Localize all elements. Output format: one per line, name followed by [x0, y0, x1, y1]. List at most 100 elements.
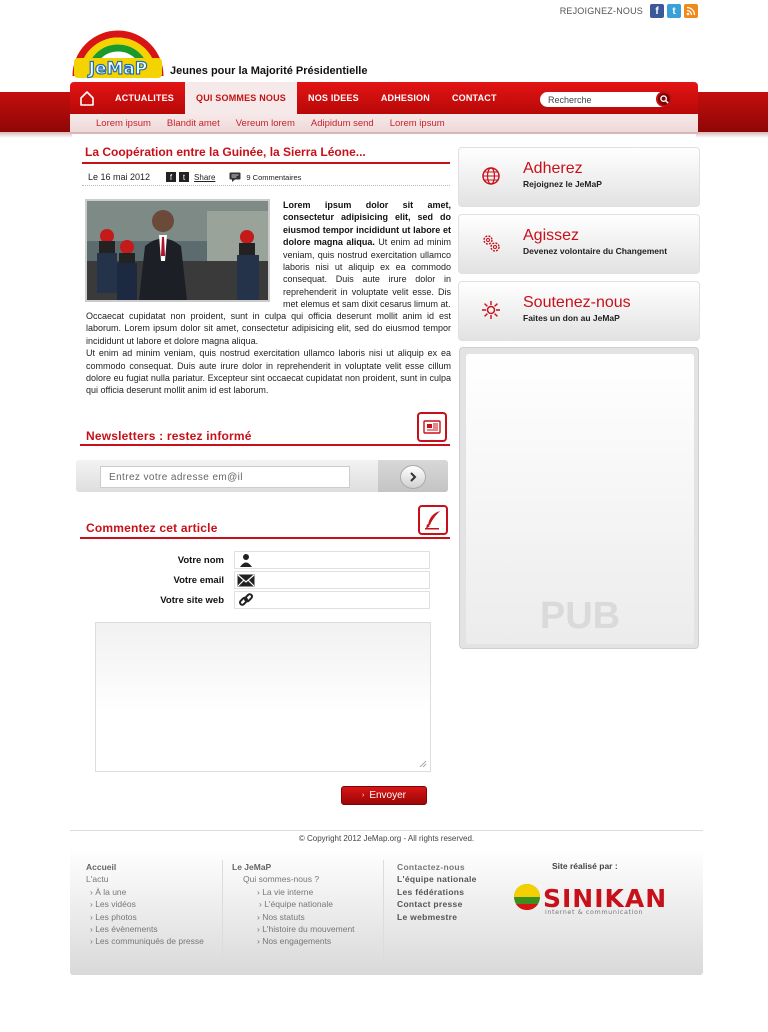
comment-textarea[interactable] [95, 622, 431, 772]
logo-text: JeMaP [88, 59, 148, 79]
footer-heading[interactable]: Accueil [86, 861, 204, 873]
send-label: Envoyer [369, 790, 407, 801]
ad-label: PUB [539, 595, 621, 637]
join-label: REJOIGNEZ-NOUS [559, 6, 643, 16]
footer-link[interactable]: › Les vidéos [86, 898, 204, 910]
footer-link[interactable]: › Nos engagements [232, 935, 355, 947]
newsletter-email-input[interactable]: Entrez votre adresse em@il [100, 466, 350, 488]
article-lead: Lorem ipsum dolor sit amet, consectetur … [283, 199, 451, 311]
footer-link[interactable]: Le webmestre [397, 911, 477, 923]
quill-icon [418, 505, 448, 535]
facebook-icon[interactable]: f [650, 4, 664, 18]
search-input[interactable]: Recherche [540, 92, 670, 107]
name-label: Votre nom [177, 555, 224, 566]
twitter-icon[interactable]: t [667, 4, 681, 18]
comment-icon [229, 172, 241, 182]
newsletter-divider [80, 444, 450, 446]
footer-col-accueil: Accueil L'actu › À la une › Les vidéos ›… [86, 861, 204, 948]
band-shadow-right [696, 132, 768, 138]
article-paragraph: Occaecat cupidatat non proident, sunt in… [86, 311, 451, 346]
footer-link[interactable]: Les fédérations [397, 886, 477, 898]
footer-link[interactable]: › La vie interne [232, 886, 355, 898]
share-link[interactable]: Share [194, 173, 215, 182]
footer-col-contact: Contactez-nous L'équipe nationale Les fé… [397, 861, 477, 923]
footer-link[interactable]: › Les évènements [86, 923, 204, 935]
resize-handle-icon [419, 760, 427, 768]
footer-link[interactable]: › L'équipe nationale [232, 898, 355, 910]
nav-item-qui-sommes-nous[interactable]: QUI SOMMES NOUS [185, 82, 298, 114]
footer-link[interactable]: › Les communiqués de presse [86, 935, 204, 947]
subnav-item[interactable]: Vereum lorem [236, 118, 295, 129]
subnav-item[interactable]: Lorem ipsum [390, 118, 445, 129]
comments-count[interactable]: 9 Commentaires [246, 173, 301, 182]
footer-col-jemap: Le JeMaP Qui sommes-nous ? › La vie inte… [232, 861, 355, 948]
article-meta: Le 16 mai 2012 f t Share 9 Commentaires [88, 169, 450, 185]
footer-heading[interactable]: Le JeMaP [232, 861, 355, 873]
user-icon [236, 552, 256, 568]
subnav-item[interactable]: Blandit amet [167, 118, 220, 129]
sub-nav: Lorem ipsum Blandit amet Vereum lorem Ad… [70, 114, 698, 134]
footer-link[interactable]: › Les photos [86, 911, 204, 923]
article-date: Le 16 mai 2012 [88, 172, 151, 182]
article-photo [85, 199, 270, 302]
article-title[interactable]: La Coopération entre la Guinée, la Sierr… [85, 145, 366, 159]
footer-link[interactable]: Qui sommes-nous ? [232, 873, 355, 885]
globe-icon [482, 167, 500, 185]
footer-link[interactable]: › Nos statuts [232, 911, 355, 923]
main-nav: ACTUALITES QUI SOMMES NOUS NOS IDEES ADH… [70, 82, 698, 114]
meta-divider [82, 185, 450, 186]
email-label: Votre email [173, 575, 224, 586]
link-icon [236, 592, 256, 608]
twitter-share-icon[interactable]: t [179, 172, 190, 182]
footer-separator [222, 860, 223, 964]
nav-band-right [696, 92, 768, 132]
gears-icon [483, 235, 500, 252]
sinikan-logo[interactable]: SINIKAN internet & communication [511, 880, 681, 916]
nav-item-adhesion[interactable]: ADHESION [370, 82, 441, 114]
site-logo[interactable]: JeMaP [72, 28, 164, 80]
tagline: Jeunes pour la Majorité Présidentielle [170, 65, 368, 77]
subnav-item[interactable]: Lorem ipsum [96, 118, 151, 129]
copyright: © Copyright 2012 JeMap.org - All rights … [298, 834, 475, 843]
nav-item-actualites[interactable]: ACTUALITES [104, 82, 185, 114]
action-adherez[interactable]: Adherez Rejoignez le JeMaP [458, 147, 700, 207]
footer-link[interactable]: Contact presse [397, 898, 477, 910]
chevron-right-icon [410, 472, 417, 482]
facebook-share-icon[interactable]: f [166, 172, 177, 182]
rss-icon[interactable] [684, 4, 698, 18]
social-bar: REJOIGNEZ-NOUS f t [560, 4, 698, 18]
action-agissez[interactable]: Agissez Devenez volontaire du Changement [458, 214, 700, 274]
nav-band-left [0, 92, 72, 132]
sinikan-tagline: internet & communication [545, 908, 643, 916]
newspaper-icon [417, 412, 447, 442]
comment-divider [80, 537, 450, 539]
title-divider [82, 162, 450, 164]
sun-icon [482, 301, 500, 319]
envelope-icon [236, 572, 256, 588]
footer-heading[interactable]: Contactez-nous [397, 861, 477, 873]
credit-label: Site réalisé par : [552, 861, 618, 871]
lead-text: Ut enim ad minim veniam, quis nostrud ex… [283, 237, 451, 310]
home-icon[interactable] [70, 82, 104, 114]
website-label: Votre site web [160, 595, 224, 606]
nav-item-contact[interactable]: CONTACT [441, 82, 508, 114]
send-button[interactable]: › Envoyer [341, 786, 427, 805]
action-subtitle: Rejoignez le JeMaP [523, 179, 602, 189]
website-field[interactable] [234, 591, 430, 609]
footer-link[interactable]: › L'histoire du mouvement [232, 923, 355, 935]
newsletter-submit-button[interactable] [400, 465, 426, 489]
action-title: Adherez [523, 160, 583, 177]
footer-link[interactable]: L'équipe nationale [397, 873, 477, 885]
action-soutenez[interactable]: Soutenez-nous Faites un don au JeMaP [458, 281, 700, 341]
action-title: Soutenez-nous [523, 294, 631, 311]
action-subtitle: Faites un don au JeMaP [523, 313, 620, 323]
email-field[interactable] [234, 571, 430, 589]
footer-link[interactable]: L'actu [86, 873, 204, 885]
action-subtitle: Devenez volontaire du Changement [523, 246, 668, 256]
subnav-item[interactable]: Adipidum send [311, 118, 374, 129]
nav-item-nos-idees[interactable]: NOS IDEES [297, 82, 370, 114]
search-icon[interactable] [656, 91, 672, 107]
footer-divider [70, 830, 703, 831]
name-field[interactable] [234, 551, 430, 569]
footer-link[interactable]: › À la une [86, 886, 204, 898]
